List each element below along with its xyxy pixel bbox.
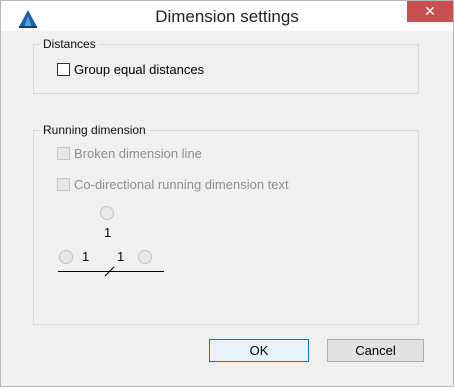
diagram-right-value: 1	[117, 249, 125, 264]
diagram-left-value: 1	[82, 249, 90, 264]
dimension-line	[58, 271, 164, 272]
diagram-top-value: 1	[104, 225, 112, 240]
distances-group: Distances Group equal distances	[33, 37, 419, 94]
broken-dimension-line-label: Broken dimension line	[74, 146, 202, 161]
close-button[interactable]: ✕	[407, 1, 453, 22]
group-equal-distances-box[interactable]	[57, 63, 70, 76]
close-icon: ✕	[424, 3, 436, 19]
codirectional-text-label: Co-directional running dimension text	[74, 177, 289, 192]
broken-dimension-line-checkbox[interactable]: Broken dimension line	[57, 146, 202, 161]
title-bar: Dimension settings ✕	[1, 1, 453, 31]
text-position-top-radio[interactable]	[100, 206, 114, 220]
codirectional-text-checkbox[interactable]: Co-directional running dimension text	[57, 177, 289, 192]
codirectional-text-box[interactable]	[57, 178, 70, 191]
broken-dimension-line-box[interactable]	[57, 147, 70, 160]
ok-button[interactable]: OK	[209, 339, 309, 362]
dialog-title: Dimension settings	[155, 7, 299, 26]
text-position-left-radio[interactable]	[59, 250, 73, 264]
running-dimension-group: Running dimension Broken dimension line …	[33, 123, 419, 325]
running-dimension-legend: Running dimension	[40, 123, 149, 137]
dialog-body: Distances Group equal distances Running …	[10, 31, 444, 377]
dialog-window: Dimension settings ✕ Distances Group equ…	[0, 0, 454, 387]
cancel-button[interactable]: Cancel	[327, 339, 424, 362]
distances-legend: Distances	[40, 37, 99, 51]
text-position-right-radio[interactable]	[138, 250, 152, 264]
group-equal-distances-label: Group equal distances	[74, 62, 205, 77]
group-equal-distances-checkbox[interactable]: Group equal distances	[57, 62, 204, 77]
